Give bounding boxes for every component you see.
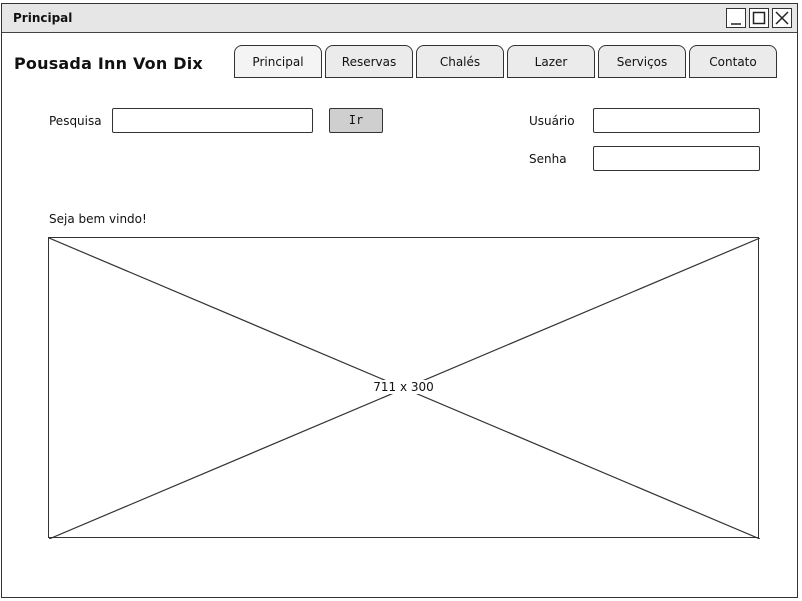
image-placeholder: 711 x 300 <box>48 237 760 539</box>
user-field[interactable] <box>593 108 760 133</box>
maximize-button[interactable] <box>749 8 769 28</box>
app-window: Principal Pousada Inn Von Dix Principal … <box>1 3 798 598</box>
brand-title: Pousada Inn Von Dix <box>14 54 203 73</box>
tab-lazer[interactable]: Lazer <box>507 45 595 78</box>
password-label: Senha <box>529 152 567 166</box>
tab-chales[interactable]: Chalés <box>416 45 504 78</box>
minimize-button[interactable] <box>726 8 746 28</box>
window-title: Principal <box>13 11 73 25</box>
maximize-icon <box>752 11 766 25</box>
tab-reservas[interactable]: Reservas <box>325 45 413 78</box>
user-label: Usuário <box>529 114 575 128</box>
tab-servicos[interactable]: Serviços <box>598 45 686 78</box>
tab-contato[interactable]: Contato <box>689 45 777 78</box>
tab-principal[interactable]: Principal <box>234 45 322 78</box>
minimize-icon <box>731 23 741 25</box>
image-size-caption: 711 x 300 <box>371 380 436 394</box>
close-icon <box>775 11 789 25</box>
password-field[interactable] <box>593 146 760 171</box>
close-button[interactable] <box>772 8 792 28</box>
title-bar: Principal <box>2 4 797 33</box>
search-input[interactable] <box>112 108 313 133</box>
search-go-button[interactable]: Ir <box>329 108 383 133</box>
search-label: Pesquisa <box>49 114 102 128</box>
welcome-text: Seja bem vindo! <box>49 212 147 226</box>
